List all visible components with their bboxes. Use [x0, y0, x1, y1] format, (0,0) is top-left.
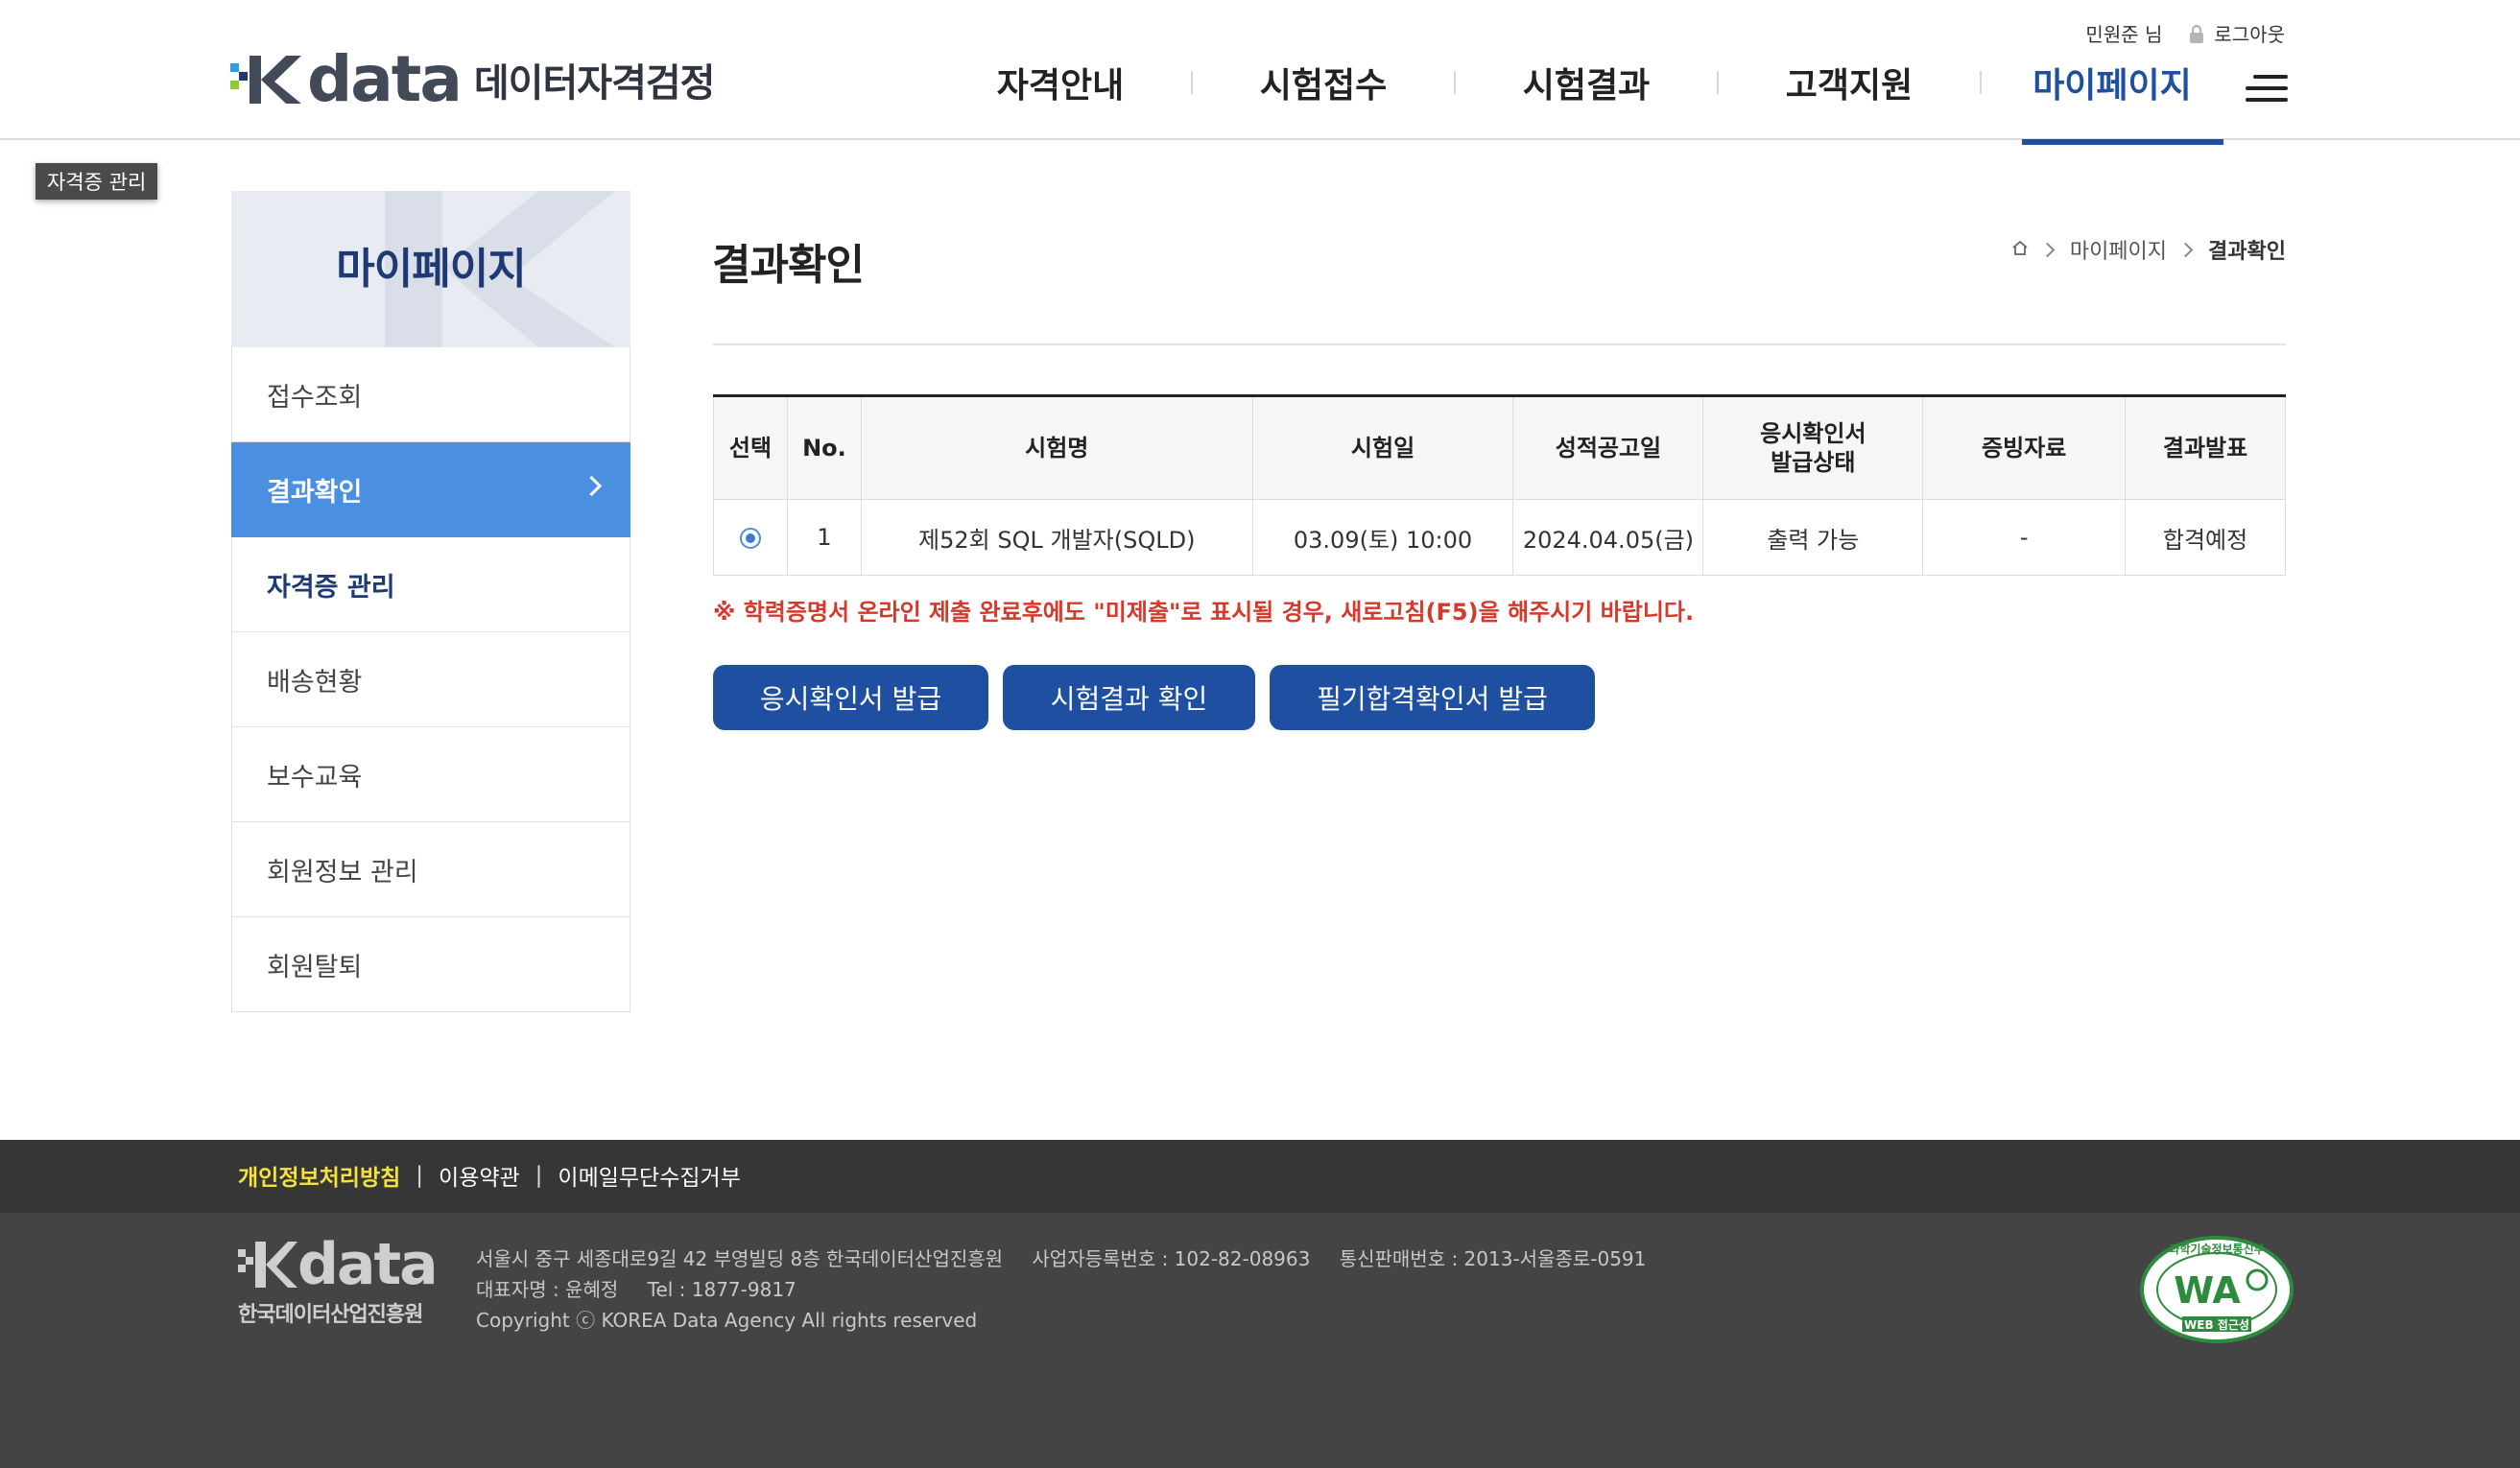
nav-item-mypage[interactable]: 마이페이지	[2011, 58, 2213, 107]
nav-item-customer-support[interactable]: 고객지원	[1748, 58, 1950, 107]
nav-divider	[1717, 71, 1719, 94]
k-logo-icon	[230, 50, 307, 109]
lock-icon	[2189, 24, 2204, 43]
cell-exam-date: 03.09(토) 10:00	[1251, 499, 1514, 576]
footer-logo: data 한국데이터산업진흥원	[238, 1231, 449, 1328]
col-header-line: 응시확인서	[1760, 420, 1866, 447]
sidebar-title: 마이페이지	[336, 245, 526, 294]
logo-service-name: 데이터자격검정	[473, 61, 716, 106]
nav-item-exam-registration[interactable]: 시험접수	[1223, 58, 1424, 107]
sidebar-item-label: 접수조회	[267, 382, 363, 413]
sidebar-item-delivery-status[interactable]: 배송현황	[231, 632, 630, 727]
page-title: 결과확인	[712, 241, 865, 290]
col-header-score-notice-date: 성적공고일	[1512, 395, 1704, 500]
sidebar-item-certificate-management[interactable]: 자격증 관리	[231, 537, 630, 632]
cell-score-notice-date: 2024.04.05(금)	[1512, 499, 1704, 576]
wa-mark-text: WA	[2174, 1269, 2241, 1312]
title-divider	[713, 343, 2286, 345]
footer-ceo: 대표자명 : 윤혜정	[476, 1278, 619, 1301]
col-header-no: No.	[786, 395, 862, 500]
logo-wordmark: data	[307, 42, 463, 116]
breadcrumb-separator-icon	[2177, 242, 2194, 257]
sidebar-item-member-info[interactable]: 회원정보 관리	[231, 822, 630, 917]
nav-item-qualification-info[interactable]: 자격안내	[960, 58, 1161, 107]
sidebar-item-label: 보수교육	[267, 762, 363, 793]
sidebar-item-label: 회원탈퇴	[267, 952, 363, 983]
nav-divider	[1980, 71, 1982, 94]
footer-biz-no: 사업자등록번호 : 102-82-08963	[1032, 1247, 1311, 1270]
wa-bottom-text: WEB 접근성	[2184, 1318, 2249, 1332]
footer-info-line: 서울시 중구 세종대로9길 42 부영빌딩 8층 한국데이터산업진흥원 사업자등…	[476, 1243, 1646, 1274]
terms-link[interactable]: 이용약관	[439, 1159, 520, 1192]
sidebar-item-continuing-education[interactable]: 보수교육	[231, 727, 630, 822]
sidebar-item-label: 결과확인	[267, 477, 363, 508]
cell-admission-status: 출력 가능	[1702, 499, 1924, 576]
col-header-exam-name: 시험명	[860, 395, 1253, 500]
issue-admission-button[interactable]: 응시확인서 발급	[713, 665, 988, 730]
nav-divider	[1454, 71, 1456, 94]
sidebar-item-registration-check[interactable]: 접수조회	[231, 347, 630, 442]
notice-text: ※ 학력증명서 온라인 제출 완료후에도 "미제출"로 표시될 경우, 새로고침…	[713, 599, 1695, 626]
nav-active-indicator	[2022, 139, 2223, 145]
sidebar: 마이페이지 접수조회 결과확인 자격증 관리 배송현황 보수교육 회원정보 관리…	[231, 191, 630, 1012]
footer-copyright: Copyright ⓒ KOREA Data Agency All rights…	[476, 1309, 978, 1332]
user-bar: 민원준 님 로그아웃	[2085, 19, 2285, 47]
footer-logo-wordmark: data	[297, 1231, 439, 1298]
privacy-policy-link[interactable]: 개인정보처리방침	[238, 1159, 400, 1192]
footer-address: 서울시 중구 세종대로9길 42 부영빌딩 8층 한국데이터산업진흥원	[476, 1247, 1004, 1270]
col-header-exam-date: 시험일	[1251, 395, 1514, 500]
chevron-right-icon	[581, 475, 603, 497]
cell-select	[713, 499, 788, 576]
col-header-evidence: 증빙자료	[1922, 395, 2127, 500]
issue-written-pass-button[interactable]: 필기합격확인서 발급	[1270, 665, 1595, 730]
sidebar-item-label: 자격증 관리	[267, 572, 395, 603]
sidebar-item-label: 배송현황	[267, 667, 363, 698]
sidebar-header: 마이페이지	[231, 191, 630, 347]
cell-evidence: -	[1922, 499, 2127, 576]
col-header-admission-status: 응시확인서 발급상태	[1702, 395, 1924, 500]
footer-link-divider: |	[416, 1163, 424, 1188]
sidebar-item-result-check[interactable]: 결과확인	[231, 442, 630, 537]
result-table: 선택 No. 시험명 시험일 성적공고일 응시확인서 발급상태 증빙자료 결과발표…	[713, 394, 2286, 576]
footer-links: 개인정보처리방침 | 이용약관 | 이메일무단수집거부	[238, 1159, 741, 1192]
breadcrumb-separator-icon	[2039, 242, 2056, 257]
footer-sales-no: 통신판매번호 : 2013-서울종로-0591	[1339, 1247, 1647, 1270]
footer-logo-mark: data	[238, 1231, 449, 1298]
wa-top-text: 과학기술정보통신부	[2169, 1242, 2264, 1256]
email-refusal-link[interactable]: 이메일무단수집거부	[558, 1159, 740, 1192]
nav-item-exam-results[interactable]: 시험결과	[1486, 58, 1687, 107]
site-logo[interactable]: data 데이터자격검정	[230, 42, 716, 116]
table-header-row: 선택 No. 시험명 시험일 성적공고일 응시확인서 발급상태 증빙자료 결과발표	[713, 395, 2286, 500]
breadcrumb: 마이페이지 결과확인	[2011, 234, 2286, 265]
action-buttons: 응시확인서 발급 시험결과 확인 필기합격확인서 발급	[713, 665, 1609, 730]
menu-icon[interactable]	[2246, 75, 2288, 102]
logout-link[interactable]: 로그아웃	[2214, 19, 2285, 47]
sidebar-item-label: 회원정보 관리	[267, 857, 418, 888]
k-logo-icon	[238, 1242, 297, 1288]
user-name: 민원준 님	[2085, 23, 2163, 46]
col-header-line: 발급상태	[1771, 449, 1856, 476]
table-row: 1 제52회 SQL 개발자(SQLD) 03.09(토) 10:00 2024…	[713, 499, 2286, 576]
home-icon[interactable]	[2011, 238, 2029, 262]
row-select-radio[interactable]	[739, 528, 761, 549]
col-header-result: 결과발표	[2125, 395, 2286, 500]
col-header-select: 선택	[713, 395, 788, 500]
nav-divider	[1191, 71, 1193, 94]
footer-link-divider: |	[535, 1163, 543, 1188]
footer-logo-org-name: 한국데이터산업진흥원	[238, 1303, 423, 1327]
cell-no: 1	[786, 499, 862, 576]
sidebar-item-withdraw[interactable]: 회원탈퇴	[231, 917, 630, 1012]
main-nav: 자격안내 시험접수 시험결과 고객지원 마이페이지	[960, 58, 2213, 107]
web-accessibility-mark: 과학기술정보통신부 WA WEB 접근성	[2138, 1234, 2295, 1345]
cell-exam-name: 제52회 SQL 개발자(SQLD)	[860, 499, 1253, 576]
breadcrumb-current: 결과확인	[2208, 240, 2286, 264]
footer-tel: Tel : 1877-9817	[647, 1278, 796, 1301]
footer-info: 서울시 중구 세종대로9길 42 부영빌딩 8층 한국데이터산업진흥원 사업자등…	[476, 1243, 1646, 1336]
check-result-button[interactable]: 시험결과 확인	[1003, 665, 1255, 730]
tooltip: 자격증 관리	[36, 163, 158, 200]
footer-info-line: 대표자명 : 윤혜정 Tel : 1877-9817	[476, 1274, 1646, 1305]
cell-result: 합격예정	[2125, 499, 2286, 576]
breadcrumb-item[interactable]: 마이페이지	[2070, 234, 2167, 265]
